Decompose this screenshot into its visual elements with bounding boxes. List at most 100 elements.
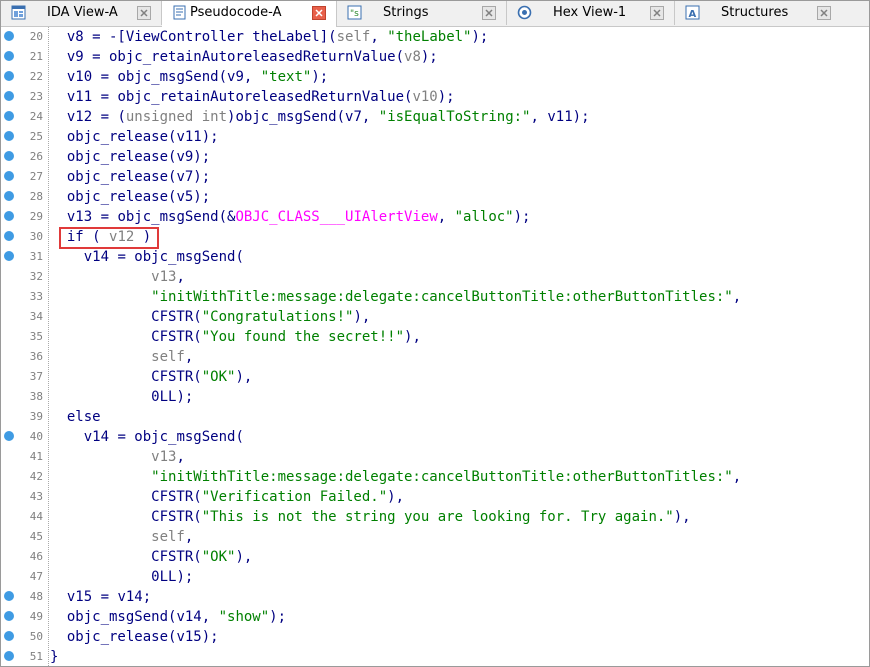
strings-icon: "s	[347, 5, 362, 20]
breakpoint-marker[interactable]	[4, 631, 14, 641]
breakpoint-marker[interactable]	[4, 91, 14, 101]
structures-icon: A	[685, 5, 700, 20]
code-token: );	[471, 29, 489, 45]
code-text: objc_release(v11);	[50, 127, 219, 147]
code-line[interactable]: 33 "initWithTitle:message:delegate:cance…	[1, 287, 869, 307]
code-line[interactable]: 20 v8 = -[ViewController theLabel](self,…	[1, 27, 869, 47]
code-line[interactable]: 40 v14 = objc_msgSend(	[1, 427, 869, 447]
breakpoint-marker[interactable]	[4, 31, 14, 41]
code-token: v15	[176, 629, 202, 645]
code-token: OBJC_CLASS___UIAlertView	[235, 209, 438, 225]
code-token: = objc_msgSend(	[109, 249, 244, 265]
code-text: v13 = objc_msgSend(&OBJC_CLASS___UIAlert…	[50, 207, 531, 227]
code-line[interactable]: 37 CFSTR("OK"),	[1, 367, 869, 387]
code-token: self	[50, 349, 185, 365]
code-token: v11	[547, 109, 573, 125]
code-line[interactable]: 29 v13 = objc_msgSend(&OBJC_CLASS___UIAl…	[1, 207, 869, 227]
breakpoint-marker[interactable]	[4, 211, 14, 221]
code-token: }	[50, 649, 59, 665]
code-line[interactable]: 45 self,	[1, 527, 869, 547]
code-line[interactable]: 27 objc_release(v7);	[1, 167, 869, 187]
code-line[interactable]: 26 objc_release(v9);	[1, 147, 869, 167]
breakpoint-marker[interactable]	[4, 71, 14, 81]
code-token: CFSTR(	[50, 329, 202, 345]
code-text: v12 = (unsigned int)objc_msgSend(v7, "is…	[50, 107, 590, 127]
breakpoint-marker[interactable]	[4, 251, 14, 261]
breakpoint-marker[interactable]	[4, 651, 14, 661]
code-text: v11 = objc_retainAutoreleasedReturnValue…	[50, 87, 455, 107]
breakpoint-marker[interactable]	[4, 171, 14, 181]
code-line[interactable]: 43 CFSTR("Verification Failed."),	[1, 487, 869, 507]
code-text: CFSTR("OK"),	[50, 367, 252, 387]
code-text: objc_release(v15);	[50, 627, 219, 647]
code-token: v9	[50, 49, 84, 65]
code-token: "show"	[218, 609, 270, 625]
code-token: CFSTR(	[50, 309, 202, 325]
code-text: self,	[50, 527, 193, 547]
code-text: else	[50, 407, 101, 427]
line-number: 47	[29, 570, 43, 583]
code-token: ,	[176, 449, 185, 465]
line-number: 41	[29, 450, 43, 463]
tab-pseudocode-a[interactable]: Pseudocode-A	[162, 1, 337, 27]
close-icon[interactable]	[312, 6, 326, 20]
pseudocode-editor[interactable]: 20 v8 = -[ViewController theLabel](self,…	[1, 27, 869, 666]
code-line[interactable]: 30 if ( v12 )	[1, 227, 869, 247]
breakpoint-marker[interactable]	[4, 151, 14, 161]
code-token: = objc_retainAutoreleasedReturnValue(	[92, 89, 413, 105]
code-line[interactable]: 48 v15 = v14;	[1, 587, 869, 607]
code-token: v13	[50, 449, 177, 465]
code-line[interactable]: 49 objc_msgSend(v14, "show");	[1, 607, 869, 627]
code-line[interactable]: 24 v12 = (unsigned int)objc_msgSend(v7, …	[1, 107, 869, 127]
code-line[interactable]: 41 v13,	[1, 447, 869, 467]
code-token: ,	[201, 609, 219, 625]
code-line[interactable]: 31 v14 = objc_msgSend(	[1, 247, 869, 267]
code-line[interactable]: 32 v13,	[1, 267, 869, 287]
code-line[interactable]: 22 v10 = objc_msgSend(v9, "text");	[1, 67, 869, 87]
line-number: 50	[29, 630, 43, 643]
code-text: objc_release(v7);	[50, 167, 210, 187]
code-line[interactable]: 23 v11 = objc_retainAutoreleasedReturnVa…	[1, 87, 869, 107]
code-line[interactable]: 28 objc_release(v5);	[1, 187, 869, 207]
breakpoint-marker[interactable]	[4, 431, 14, 441]
close-icon[interactable]	[137, 6, 151, 20]
code-line[interactable]: 38 0LL);	[1, 387, 869, 407]
code-token: objc_msgSend(	[50, 609, 177, 625]
code-line[interactable]: 34 CFSTR("Congratulations!"),	[1, 307, 869, 327]
code-line[interactable]: 47 0LL);	[1, 567, 869, 587]
tab-label: Structures	[721, 5, 789, 20]
breakpoint-marker[interactable]	[4, 231, 14, 241]
tab-hex-view-1[interactable]: Hex View-1	[507, 1, 675, 25]
close-icon[interactable]	[817, 6, 831, 20]
code-token: = objc_retainAutoreleasedReturnValue(	[83, 49, 405, 65]
code-line[interactable]: 46 CFSTR("OK"),	[1, 547, 869, 567]
close-icon[interactable]	[650, 6, 664, 20]
code-line[interactable]: 35 CFSTR("You found the secret!!"),	[1, 327, 869, 347]
breakpoint-marker[interactable]	[4, 131, 14, 141]
code-token: = objc_msgSend(&	[92, 209, 236, 225]
code-line[interactable]: 21 v9 = objc_retainAutoreleasedReturnVal…	[1, 47, 869, 67]
code-line[interactable]: 39 else	[1, 407, 869, 427]
code-token: v8	[404, 49, 421, 65]
tab-structures[interactable]: A Structures	[675, 1, 841, 25]
code-text: CFSTR("Verification Failed."),	[50, 487, 404, 507]
code-line[interactable]: 42 "initWithTitle:message:delegate:cance…	[1, 467, 869, 487]
breakpoint-marker[interactable]	[4, 191, 14, 201]
breakpoint-marker[interactable]	[4, 51, 14, 61]
close-icon[interactable]	[482, 6, 496, 20]
code-text: if ( v12 )	[50, 227, 151, 247]
code-line[interactable]: 50 objc_release(v15);	[1, 627, 869, 647]
line-number: 32	[29, 270, 43, 283]
code-token: v9	[227, 69, 244, 85]
line-number: 48	[29, 590, 43, 603]
breakpoint-marker[interactable]	[4, 111, 14, 121]
code-line[interactable]: 51}	[1, 647, 869, 667]
code-line[interactable]: 25 objc_release(v11);	[1, 127, 869, 147]
breakpoint-marker[interactable]	[4, 591, 14, 601]
hex-view-icon	[517, 5, 532, 20]
code-line[interactable]: 44 CFSTR("This is not the string you are…	[1, 507, 869, 527]
tab-strings[interactable]: "s Strings	[337, 1, 507, 25]
tab-ida-view-a[interactable]: IDA View-A	[1, 1, 162, 25]
code-line[interactable]: 36 self,	[1, 347, 869, 367]
breakpoint-marker[interactable]	[4, 611, 14, 621]
